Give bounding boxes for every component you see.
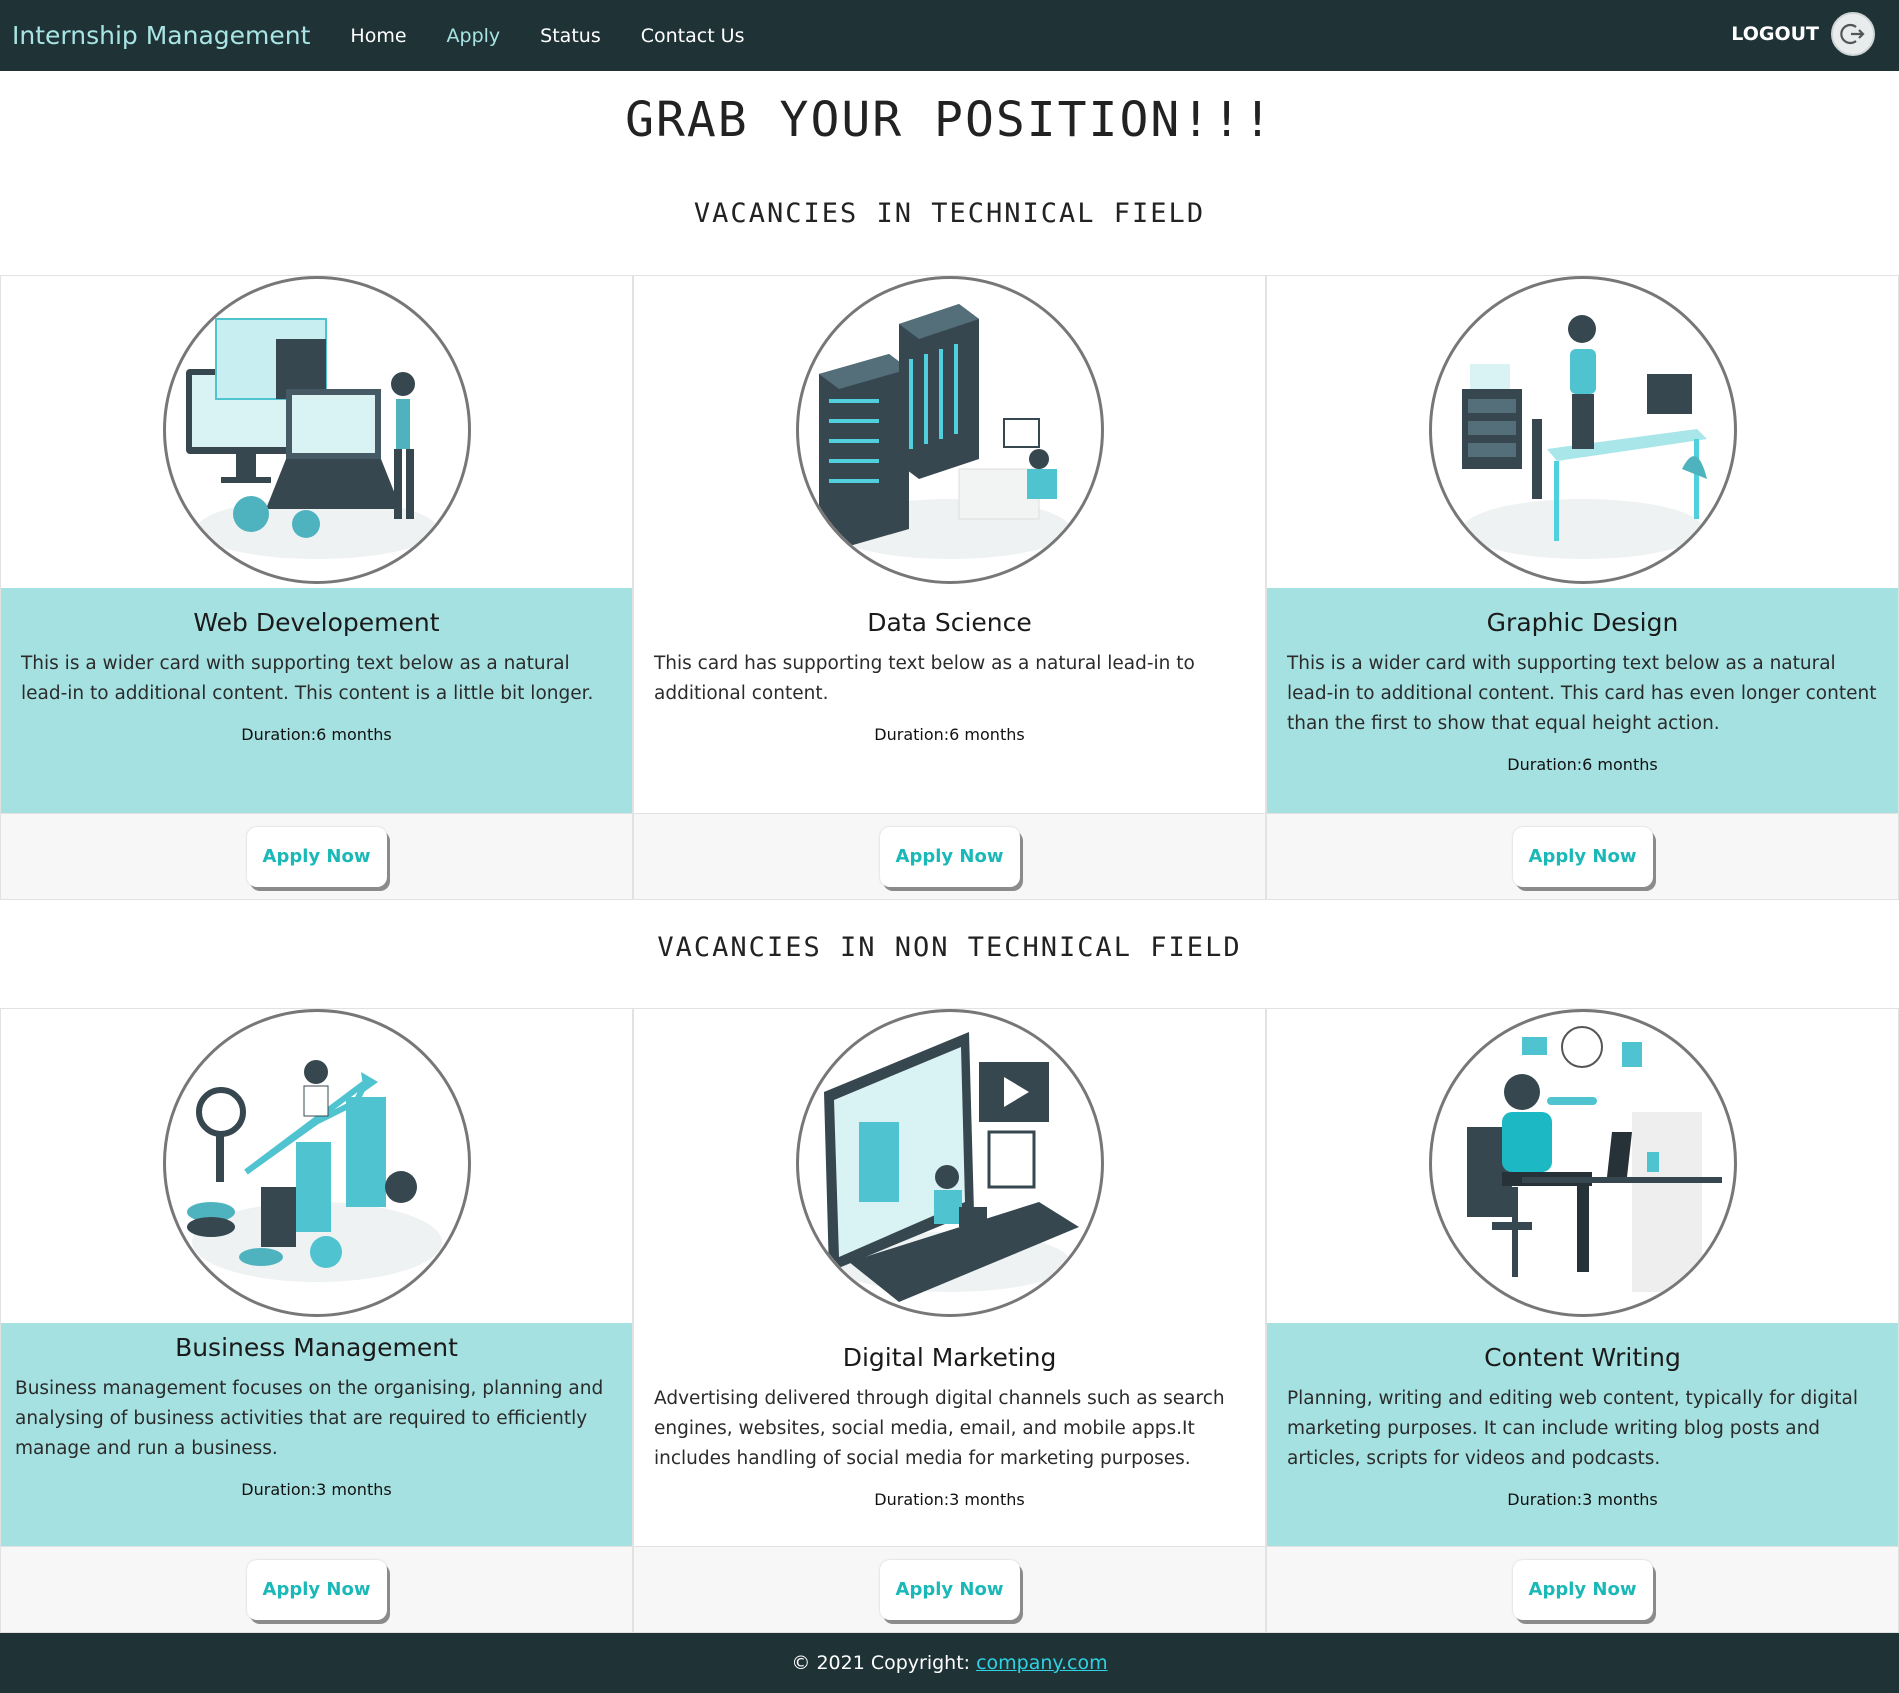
logout-icon[interactable]	[1831, 12, 1875, 56]
apply-now-button[interactable]: Apply Now	[246, 826, 387, 887]
page-footer: © 2021 Copyright: company.com	[0, 1633, 1899, 1693]
nav-status[interactable]: Status	[540, 25, 601, 47]
card-body: Business Management Business management …	[1, 1323, 632, 1546]
card-title: Web Developement	[193, 608, 440, 637]
technical-section-heading: VACANCIES IN TECHNICAL FIELD	[693, 198, 1206, 229]
card-footer: Apply Now	[1267, 813, 1898, 899]
data-science-illustration	[796, 276, 1104, 584]
card-body: Content Writing Planning, writing and ed…	[1267, 1323, 1898, 1546]
business-management-illustration	[163, 1009, 471, 1317]
digital-marketing-illustration	[796, 1009, 1104, 1317]
nav-apply[interactable]: Apply	[447, 25, 501, 47]
card-footer: Apply Now	[1267, 1546, 1898, 1632]
card-text: Advertising delivered through digital ch…	[654, 1388, 1225, 1469]
card-text: This is a wider card with supporting tex…	[21, 653, 594, 704]
card-text: This card has supporting text below as a…	[654, 653, 1195, 704]
card-body: Web Developement This is a wider card wi…	[1, 588, 632, 813]
page-title: GRAB YOUR POSITION!!!	[625, 92, 1274, 148]
apply-now-button[interactable]: Apply Now	[1512, 1559, 1653, 1620]
apply-now-button[interactable]: Apply Now	[879, 826, 1020, 887]
card-duration: Duration:3 months	[1507, 1490, 1658, 1509]
card-title: Digital Marketing	[842, 1343, 1057, 1372]
card-body: Digital Marketing Advertising delivered …	[634, 1323, 1265, 1546]
card-business-management: Business Management Business management …	[0, 1008, 633, 1633]
company-link[interactable]: company.com	[976, 1652, 1107, 1674]
card-title: Data Science	[867, 608, 1032, 637]
card-footer: Apply Now	[634, 1546, 1265, 1632]
non-technical-card-group: Business Management Business management …	[0, 1008, 1899, 1633]
card-body: Data Science This card has supporting te…	[634, 588, 1265, 813]
card-body: Graphic Design This is a wider card with…	[1267, 588, 1898, 813]
card-footer: Apply Now	[1, 1546, 632, 1632]
logout-label: LOGOUT	[1731, 23, 1819, 45]
graphic-design-illustration	[1429, 276, 1737, 584]
card-title: Content Writing	[1484, 1343, 1681, 1372]
card-text: Business management focuses on the organ…	[15, 1378, 604, 1459]
content-writing-illustration	[1429, 1009, 1737, 1317]
card-footer: Apply Now	[634, 813, 1265, 899]
navbar: Internship Management Home Apply Status …	[0, 0, 1899, 71]
brand-logo[interactable]: Internship Management	[12, 21, 310, 50]
nav-home[interactable]: Home	[350, 25, 406, 47]
non-technical-section-heading: VACANCIES IN NON TECHNICAL FIELD	[657, 932, 1242, 963]
card-title: Business Management	[175, 1333, 458, 1362]
card-image-area	[1267, 1009, 1898, 1323]
card-image-area	[1, 1009, 632, 1323]
apply-now-button[interactable]: Apply Now	[1512, 826, 1653, 887]
card-data-science: Data Science This card has supporting te…	[633, 275, 1266, 900]
card-duration: Duration:6 months	[1507, 755, 1658, 774]
card-duration: Duration:6 months	[874, 725, 1025, 744]
card-duration: Duration:3 months	[874, 1490, 1025, 1509]
card-text: Planning, writing and editing web conten…	[1287, 1388, 1859, 1469]
card-footer: Apply Now	[1, 813, 632, 899]
card-duration: Duration:3 months	[241, 1480, 392, 1499]
card-image-area	[634, 1009, 1265, 1323]
card-content-writing: Content Writing Planning, writing and ed…	[1266, 1008, 1899, 1633]
card-web-development: Web Developement This is a wider card wi…	[0, 275, 633, 900]
technical-card-group: Web Developement This is a wider card wi…	[0, 275, 1899, 900]
card-text: This is a wider card with supporting tex…	[1287, 653, 1877, 734]
web-development-illustration	[163, 276, 471, 584]
copyright-text: © 2021 Copyright:	[791, 1652, 971, 1674]
card-image-area	[634, 276, 1265, 588]
nav-contact-us[interactable]: Contact Us	[641, 25, 745, 47]
card-image-area	[1267, 276, 1898, 588]
logout-button[interactable]: LOGOUT	[1731, 12, 1875, 56]
card-image-area	[1, 276, 632, 588]
card-duration: Duration:6 months	[241, 725, 392, 744]
card-graphic-design: Graphic Design This is a wider card with…	[1266, 275, 1899, 900]
card-digital-marketing: Digital Marketing Advertising delivered …	[633, 1008, 1266, 1633]
apply-now-button[interactable]: Apply Now	[879, 1559, 1020, 1620]
apply-now-button[interactable]: Apply Now	[246, 1559, 387, 1620]
card-title: Graphic Design	[1486, 608, 1679, 637]
